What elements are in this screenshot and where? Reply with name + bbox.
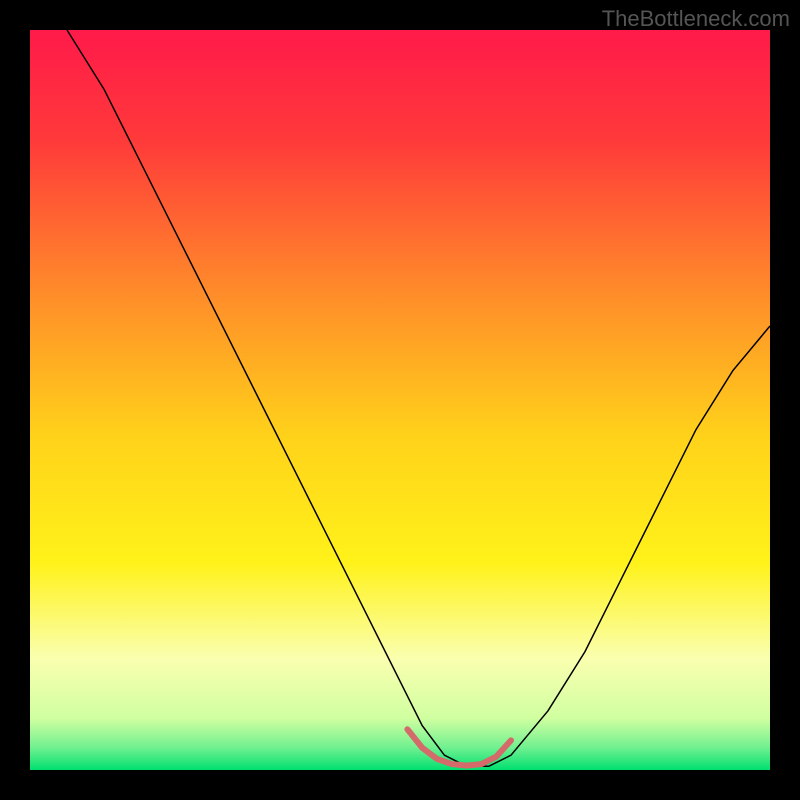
curve-layer xyxy=(30,30,770,770)
plot-area xyxy=(30,30,770,770)
watermark-text: TheBottleneck.com xyxy=(602,6,790,32)
optimal-zone-curve xyxy=(407,729,511,765)
bottleneck-curve xyxy=(67,30,770,766)
